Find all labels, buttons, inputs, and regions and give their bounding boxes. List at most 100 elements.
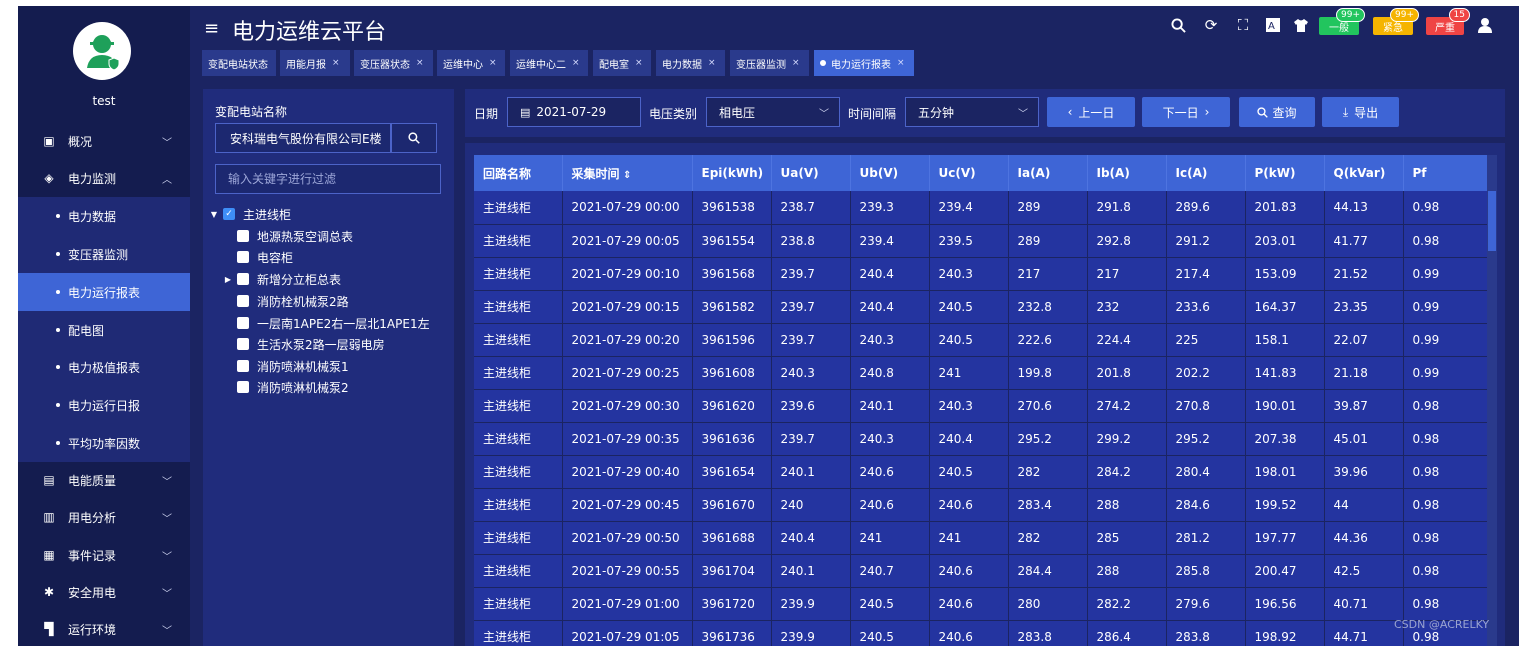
checkbox[interactable]	[237, 360, 249, 372]
checkbox[interactable]	[237, 230, 249, 242]
checkbox[interactable]: ✓	[223, 208, 235, 220]
query-button[interactable]: 查询	[1239, 97, 1315, 127]
tab-station-status[interactable]: 变配电站状态	[202, 50, 276, 76]
menu-power-quality[interactable]: ▤ 电能质量 ﹀	[18, 461, 190, 499]
submenu-power-factor[interactable]: 平均功率因数	[18, 424, 190, 462]
voltage-select[interactable]: 相电压 ﹀	[706, 97, 840, 127]
tab-transformer-monitor[interactable]: 变压器监测 ×	[730, 50, 809, 76]
caret-down-icon[interactable]: ▼	[209, 210, 219, 219]
column-header[interactable]: Ub(V)	[850, 155, 930, 191]
menu-environment[interactable]: ▜ 运行环境 ﹀	[18, 610, 190, 646]
theme-icon[interactable]	[1292, 16, 1310, 34]
export-button[interactable]: ⤓ 导出	[1322, 97, 1399, 127]
interval-select[interactable]: 五分钟 ﹀	[905, 97, 1039, 127]
column-header[interactable]: Ia(A)	[1008, 155, 1088, 191]
menu-power-monitor[interactable]: ◈ 电力监测 ︿	[18, 159, 190, 197]
column-header[interactable]: Ib(A)	[1087, 155, 1167, 191]
tree-node[interactable]: 地源热泵空调总表	[223, 226, 353, 246]
fullscreen-icon[interactable]: ⛶	[1234, 16, 1252, 34]
search-icon[interactable]	[1169, 16, 1187, 34]
scrollbar-thumb[interactable]	[1488, 191, 1496, 251]
refresh-icon[interactable]: ⟳	[1202, 16, 1220, 34]
tree-node[interactable]: 电容柜	[223, 247, 293, 267]
checkbox[interactable]	[237, 381, 249, 393]
submenu-transformer[interactable]: 变压器监测	[18, 235, 190, 273]
tab-energy-monthly[interactable]: 用能月报 ×	[280, 50, 350, 76]
close-icon[interactable]: ×	[897, 58, 905, 68]
table-row[interactable]: 主进线柜 2021-07-29 00:55 3961704 240.1 240.7 240…	[474, 554, 1487, 588]
table-row[interactable]: 主进线柜 2021-07-29 00:00 3961538 238.7 239.3 239…	[474, 191, 1487, 225]
menu-overview[interactable]: ▣ 概况 ﹀	[18, 122, 190, 160]
checkbox[interactable]	[237, 317, 249, 329]
alarm-severe-button[interactable]: 严重 15	[1426, 8, 1470, 35]
translate-icon[interactable]: A	[1264, 16, 1282, 34]
tree-node[interactable]: 一层南1APE2右一层北1APE1左	[223, 313, 430, 333]
tree-node[interactable]: 消防喷淋机械泵1	[223, 356, 349, 376]
table-row[interactable]: 主进线柜 2021-07-29 00:15 3961582 239.7 240.4 240…	[474, 290, 1487, 324]
user-icon[interactable]	[1476, 16, 1494, 34]
table-row[interactable]: 主进线柜 2021-07-29 00:10 3961568 239.7 240.4 240…	[474, 257, 1487, 291]
close-icon[interactable]: ×	[416, 58, 424, 68]
table-row[interactable]: 主进线柜 2021-07-29 00:35 3961636 239.7 240.3 240…	[474, 422, 1487, 456]
tree-filter-input[interactable]	[215, 164, 441, 194]
tree-node[interactable]: 生活水泵2路一层弱电房	[223, 334, 385, 354]
alarm-general-button[interactable]: 一般 99+	[1319, 8, 1365, 35]
checkbox[interactable]	[237, 338, 249, 350]
menu-usage-analysis[interactable]: ▥ 用电分析 ﹀	[18, 498, 190, 536]
close-icon[interactable]: ×	[708, 58, 716, 68]
sort-icon[interactable]: ⇕	[620, 170, 631, 181]
table-row[interactable]: 主进线柜 2021-07-29 01:05 3961736 239.9 240.5 240…	[474, 620, 1487, 646]
tree-node-root[interactable]: ▼ ✓ 主进线柜	[209, 204, 291, 224]
station-search-button[interactable]	[391, 123, 437, 153]
column-header[interactable]: Ic(A)	[1166, 155, 1246, 191]
prev-day-button[interactable]: ‹ 上一日	[1047, 97, 1135, 127]
tree-node[interactable]: 消防喷淋机械泵2	[223, 377, 349, 397]
submenu-power-report[interactable]: 电力运行报表	[18, 273, 190, 311]
close-icon[interactable]: ×	[792, 58, 800, 68]
checkbox[interactable]	[237, 295, 249, 307]
column-header[interactable]: Ua(V)	[771, 155, 851, 191]
column-header[interactable]: P(kW)	[1245, 155, 1325, 191]
checkbox[interactable]	[237, 273, 249, 285]
tab-transformer-status[interactable]: 变压器状态 ×	[354, 50, 433, 76]
date-picker[interactable]: ▤ 2021-07-29	[507, 97, 641, 127]
table-row[interactable]: 主进线柜 2021-07-29 00:40 3961654 240.1 240.6 240…	[474, 455, 1487, 489]
tree-node[interactable]: ▶ 新增分立柜总表	[223, 269, 341, 289]
table-row[interactable]: 主进线柜 2021-07-29 00:50 3961688 240.4 241 241 28…	[474, 521, 1487, 555]
table-row[interactable]: 主进线柜 2021-07-29 00:20 3961596 239.7 240.3 240…	[474, 323, 1487, 357]
tab-ops-center[interactable]: 运维中心 ×	[437, 50, 505, 76]
table-row[interactable]: 主进线柜 2021-07-29 00:45 3961670 240 240.6 240.6…	[474, 488, 1487, 522]
column-header[interactable]: 回路名称	[474, 155, 563, 191]
station-select[interactable]: 安科瑞电气股份有限公司E楼	[215, 123, 391, 153]
tree-node[interactable]: 消防栓机械泵2路	[223, 291, 349, 311]
menu-toggle-icon[interactable]: ≡	[204, 18, 219, 39]
submenu-distribution-diagram[interactable]: 配电图	[18, 311, 190, 349]
tab-power-data[interactable]: 电力数据 ×	[656, 50, 725, 76]
tab-distribution-room[interactable]: 配电室 ×	[593, 50, 651, 76]
menu-safety[interactable]: ✱ 安全用电 ﹀	[18, 573, 190, 611]
table-row[interactable]: 主进线柜 2021-07-29 00:25 3961608 240.3 240.8 241…	[474, 356, 1487, 390]
column-header[interactable]: Epi(kWh)	[692, 155, 772, 191]
column-header[interactable]: Pf	[1403, 155, 1487, 191]
tab-ops-center-2[interactable]: 运维中心二 ×	[510, 50, 588, 76]
submenu-power-data[interactable]: 电力数据	[18, 197, 190, 235]
table-row[interactable]: 主进线柜 2021-07-29 00:05 3961554 238.8 239.4 239…	[474, 224, 1487, 258]
column-header[interactable]: Q(kVar)	[1324, 155, 1404, 191]
table-scrollbar[interactable]	[1487, 155, 1497, 646]
submenu-daily-report[interactable]: 电力运行日报	[18, 386, 190, 424]
close-icon[interactable]: ×	[489, 58, 497, 68]
menu-event-log[interactable]: ▦ 事件记录 ﹀	[18, 536, 190, 574]
checkbox[interactable]	[237, 251, 249, 263]
alarm-urgent-button[interactable]: 紧急 99+	[1373, 8, 1419, 35]
tab-power-report[interactable]: 电力运行报表 ×	[814, 50, 914, 76]
submenu-extreme-report[interactable]: 电力极值报表	[18, 348, 190, 386]
column-header[interactable]: Uc(V)	[929, 155, 1009, 191]
table-row[interactable]: 主进线柜 2021-07-29 01:00 3961720 239.9 240.5 240…	[474, 587, 1487, 621]
close-icon[interactable]: ×	[635, 58, 643, 68]
close-icon[interactable]: ×	[332, 58, 340, 68]
user-avatar[interactable]	[73, 22, 131, 80]
column-header[interactable]: 采集时间 ⇕	[562, 155, 693, 191]
caret-right-icon[interactable]: ▶	[223, 275, 233, 284]
close-icon[interactable]: ×	[572, 58, 580, 68]
table-row[interactable]: 主进线柜 2021-07-29 00:30 3961620 239.6 240.1 240…	[474, 389, 1487, 423]
